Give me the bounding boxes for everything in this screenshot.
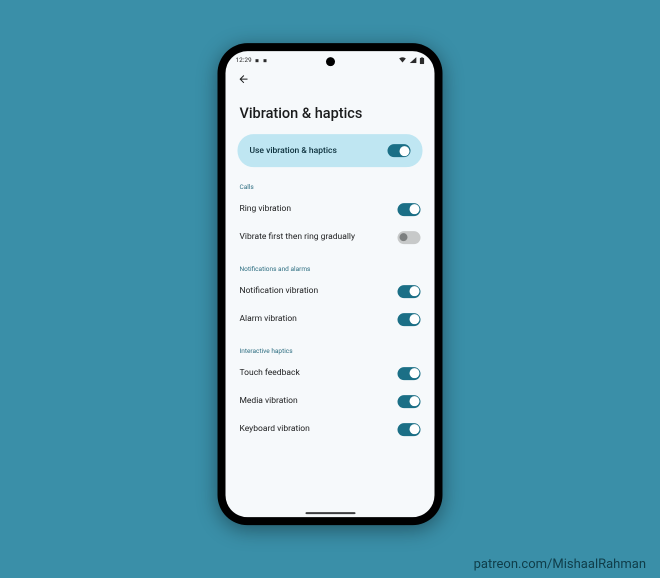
toggle-alarm-vibration[interactable] xyxy=(398,313,421,326)
attribution-text: patreon.com/MishaalRahman xyxy=(474,557,646,572)
notification-dot-icon xyxy=(255,58,260,63)
battery-icon xyxy=(420,57,425,64)
toggle-vibrate-first[interactable] xyxy=(398,231,421,244)
master-toggle-card[interactable]: Use vibration & haptics xyxy=(238,134,423,167)
signal-icon xyxy=(410,57,417,63)
back-button[interactable] xyxy=(238,70,250,89)
toggle-notification-vibration[interactable] xyxy=(398,285,421,298)
toggle-touch-feedback[interactable] xyxy=(398,367,421,380)
label-keyboard-vibration: Keyboard vibration xyxy=(240,424,310,434)
toggle-ring-vibration[interactable] xyxy=(398,203,421,216)
camera-cutout xyxy=(326,57,335,66)
master-toggle[interactable] xyxy=(388,144,411,157)
label-vibrate-first: Vibrate first then ring gradually xyxy=(240,232,356,242)
label-media-vibration: Media vibration xyxy=(240,396,298,406)
row-notification-vibration[interactable]: Notification vibration xyxy=(238,277,423,305)
row-ring-vibration[interactable]: Ring vibration xyxy=(238,195,423,223)
status-time: 12:29 xyxy=(236,56,252,64)
label-ring-vibration: Ring vibration xyxy=(240,204,292,214)
wifi-icon xyxy=(399,57,407,63)
label-notification-vibration: Notification vibration xyxy=(240,286,319,296)
page-title: Vibration & haptics xyxy=(240,105,423,122)
label-touch-feedback: Touch feedback xyxy=(240,368,300,378)
section-header-calls: Calls xyxy=(240,183,423,191)
row-vibrate-first[interactable]: Vibrate first then ring gradually xyxy=(238,223,423,251)
label-alarm-vibration: Alarm vibration xyxy=(240,314,297,324)
screen: 12:29 Vibration & haptics Use vibration … xyxy=(226,51,435,517)
row-media-vibration[interactable]: Media vibration xyxy=(238,387,423,415)
row-keyboard-vibration[interactable]: Keyboard vibration xyxy=(238,415,423,443)
section-header-notifications: Notifications and alarms xyxy=(240,265,423,273)
home-indicator[interactable] xyxy=(305,512,355,515)
section-header-interactive: Interactive haptics xyxy=(240,347,423,355)
row-touch-feedback[interactable]: Touch feedback xyxy=(238,359,423,387)
row-alarm-vibration[interactable]: Alarm vibration xyxy=(238,305,423,333)
toggle-keyboard-vibration[interactable] xyxy=(398,423,421,436)
toggle-media-vibration[interactable] xyxy=(398,395,421,408)
master-toggle-label: Use vibration & haptics xyxy=(250,146,337,156)
phone-frame: 12:29 Vibration & haptics Use vibration … xyxy=(218,43,443,525)
arrow-back-icon xyxy=(238,73,250,85)
notification-dot-icon xyxy=(263,58,268,63)
